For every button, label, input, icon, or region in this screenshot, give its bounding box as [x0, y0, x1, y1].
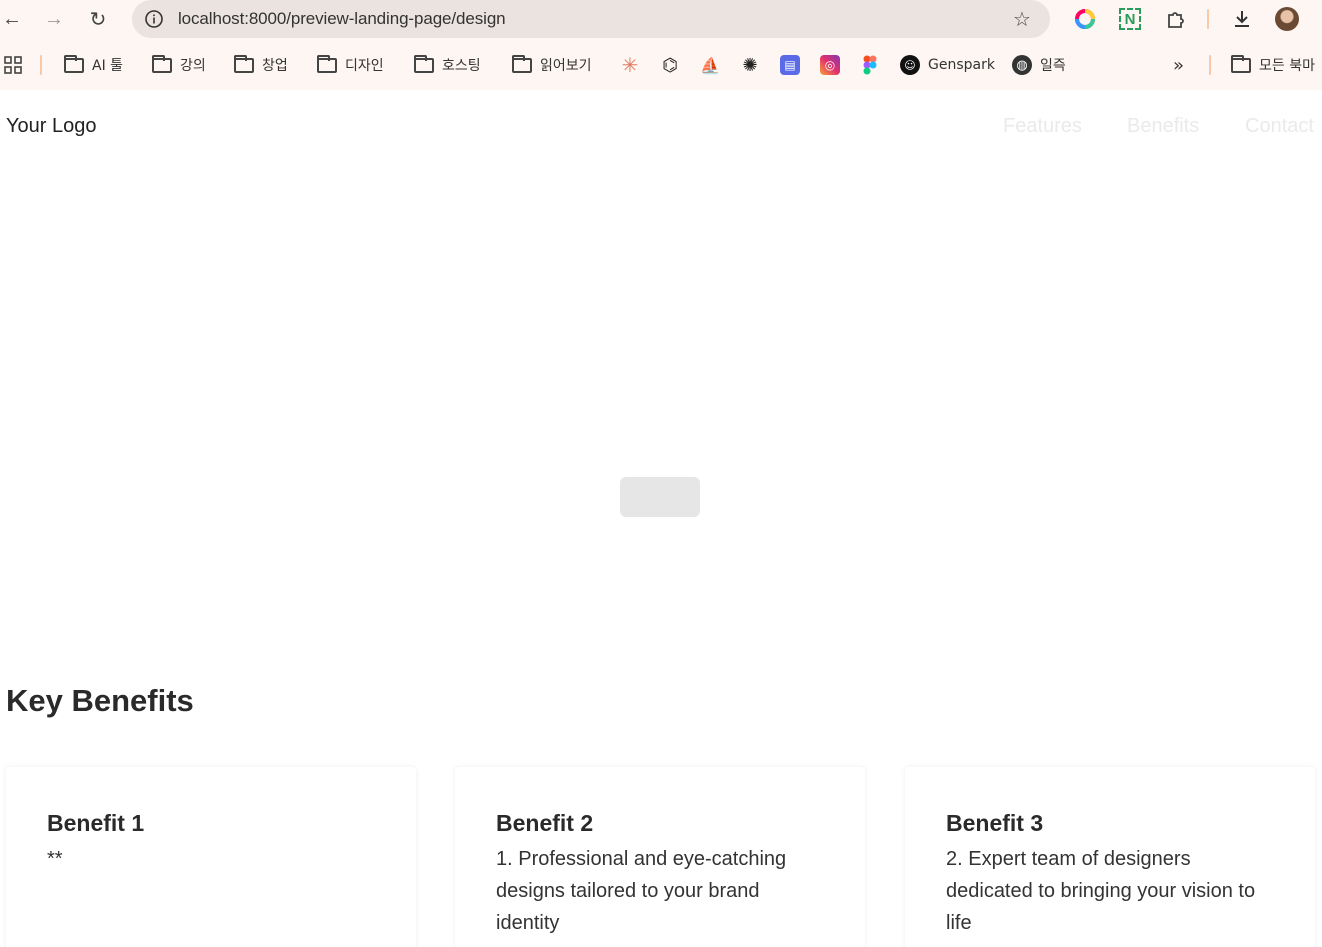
site-info-icon[interactable] [142, 7, 166, 31]
bookmark-label: 호스팅 [442, 58, 481, 74]
nav-link-features[interactable]: Features [1003, 115, 1082, 138]
benefit-text: 2. Expert team of designers dedicated to… [946, 848, 1256, 934]
folder-icon [414, 54, 434, 73]
instagram-icon: ◎ [820, 55, 840, 75]
bookmark-sail[interactable]: ⛵ [700, 48, 720, 82]
sail-icon: ⛵ [700, 55, 720, 75]
download-icon[interactable] [1229, 6, 1255, 32]
overflow-chevron-icon: » [1173, 54, 1185, 76]
address-bar[interactable]: localhost:8000/preview-landing-page/desi… [132, 0, 1050, 38]
browser-chrome: ← → ↻ localhost:8000/preview-landing-pag… [0, 0, 1322, 90]
back-icon[interactable]: ← [0, 7, 24, 31]
brain-icon: ✺ [742, 54, 758, 76]
bookmark-label: AI 툴 [92, 58, 124, 74]
bookmark-folder-lectures[interactable]: 강의 [152, 48, 206, 82]
folder-icon [234, 54, 254, 73]
bookmark-genspark[interactable]: ☺ Genspark [900, 48, 995, 82]
bookmark-globe-site[interactable]: ◍ 일즉 [1012, 48, 1066, 82]
bookmark-label: 모든 북마 [1259, 58, 1315, 74]
reload-icon[interactable]: ↻ [86, 7, 110, 31]
benefit-title: Benefit 1 [47, 810, 145, 836]
benefit-card: Benefit 2 1. Professional and eye-catchi… [455, 767, 865, 947]
toolbar-separator [1207, 9, 1209, 29]
bookmark-claude[interactable]: ✳ [620, 48, 640, 82]
apps-grid-icon[interactable] [4, 48, 22, 82]
landing-page: Your Logo Features Benefits Contact Key … [0, 90, 1322, 947]
bookmark-perplexity[interactable]: ✺ [740, 48, 760, 82]
benefit-text: 1. Professional and eye-catching designs… [496, 848, 787, 934]
nav-link-contact[interactable]: Contact [1245, 115, 1314, 138]
bookmark-figma[interactable] [860, 48, 880, 82]
bookmark-folder-design[interactable]: 디자인 [317, 48, 384, 82]
bookmark-folder-reading[interactable]: 읽어보기 [512, 48, 592, 82]
bookmark-folder-startup[interactable]: 창업 [234, 48, 288, 82]
benefits-heading: Key Benefits [6, 683, 194, 718]
bookmarks-bar: AI 툴 강의 창업 디자인 호스팅 읽어보기 ✳ ⌬ ⛵ ✺ ▤ ◎ ☺ Gen… [0, 48, 1322, 82]
bookmark-openai[interactable]: ⌬ [660, 48, 680, 82]
site-logo[interactable]: Your Logo [6, 115, 96, 138]
benefit-card: Benefit 3 2. Expert team of designers de… [905, 767, 1315, 947]
genspark-icon: ☺ [900, 55, 920, 75]
hero-cta-button[interactable] [620, 477, 700, 517]
bookmark-label: 창업 [262, 58, 288, 74]
benefit-card: Benefit 1 ** [6, 767, 416, 947]
folder-icon [64, 54, 84, 73]
bookmark-label: 읽어보기 [540, 58, 592, 74]
url-text: localhost:8000/preview-landing-page/desi… [178, 9, 506, 28]
folder-icon [512, 54, 532, 73]
extensions-puzzle-icon[interactable] [1163, 6, 1189, 32]
bookmark-label: 강의 [180, 58, 206, 74]
bookmark-instagram[interactable]: ◎ [820, 48, 840, 82]
forward-icon[interactable]: → [42, 7, 66, 31]
benefit-title: Benefit 3 [946, 810, 1044, 836]
openai-icon: ⌬ [662, 54, 678, 76]
claude-asterisk-icon: ✳ [621, 53, 639, 77]
bookmark-label: Genspark [928, 57, 995, 73]
folder-icon [317, 54, 337, 73]
bookmarks-separator [40, 55, 42, 75]
bookmarks-overflow-button[interactable]: » [1173, 48, 1184, 82]
bookmark-star-icon[interactable]: ☆ [1010, 7, 1034, 31]
folder-icon [152, 54, 172, 73]
printer-icon: ▤ [780, 55, 800, 75]
bookmark-label: 디자인 [345, 58, 384, 74]
profile-avatar[interactable] [1274, 6, 1300, 32]
color-ring-extension-icon[interactable] [1072, 6, 1098, 32]
bookmark-printer[interactable]: ▤ [780, 48, 800, 82]
bookmarks-separator [1209, 55, 1211, 75]
benefit-title: Benefit 2 [496, 810, 594, 836]
bookmark-label: 일즉 [1040, 58, 1066, 74]
figma-icon [860, 55, 880, 75]
benefit-text: ** [47, 848, 63, 870]
notion-extension-icon[interactable]: N [1117, 6, 1143, 32]
folder-icon [1231, 54, 1251, 73]
nav-link-benefits[interactable]: Benefits [1127, 115, 1199, 138]
bookmark-folder-ai-tools[interactable]: AI 툴 [64, 48, 123, 82]
browser-toolbar: ← → ↻ localhost:8000/preview-landing-pag… [0, 0, 1322, 38]
bookmark-folder-all[interactable]: 모든 북마 [1231, 48, 1315, 82]
globe-icon: ◍ [1012, 55, 1032, 75]
bookmark-folder-hosting[interactable]: 호스팅 [414, 48, 481, 82]
